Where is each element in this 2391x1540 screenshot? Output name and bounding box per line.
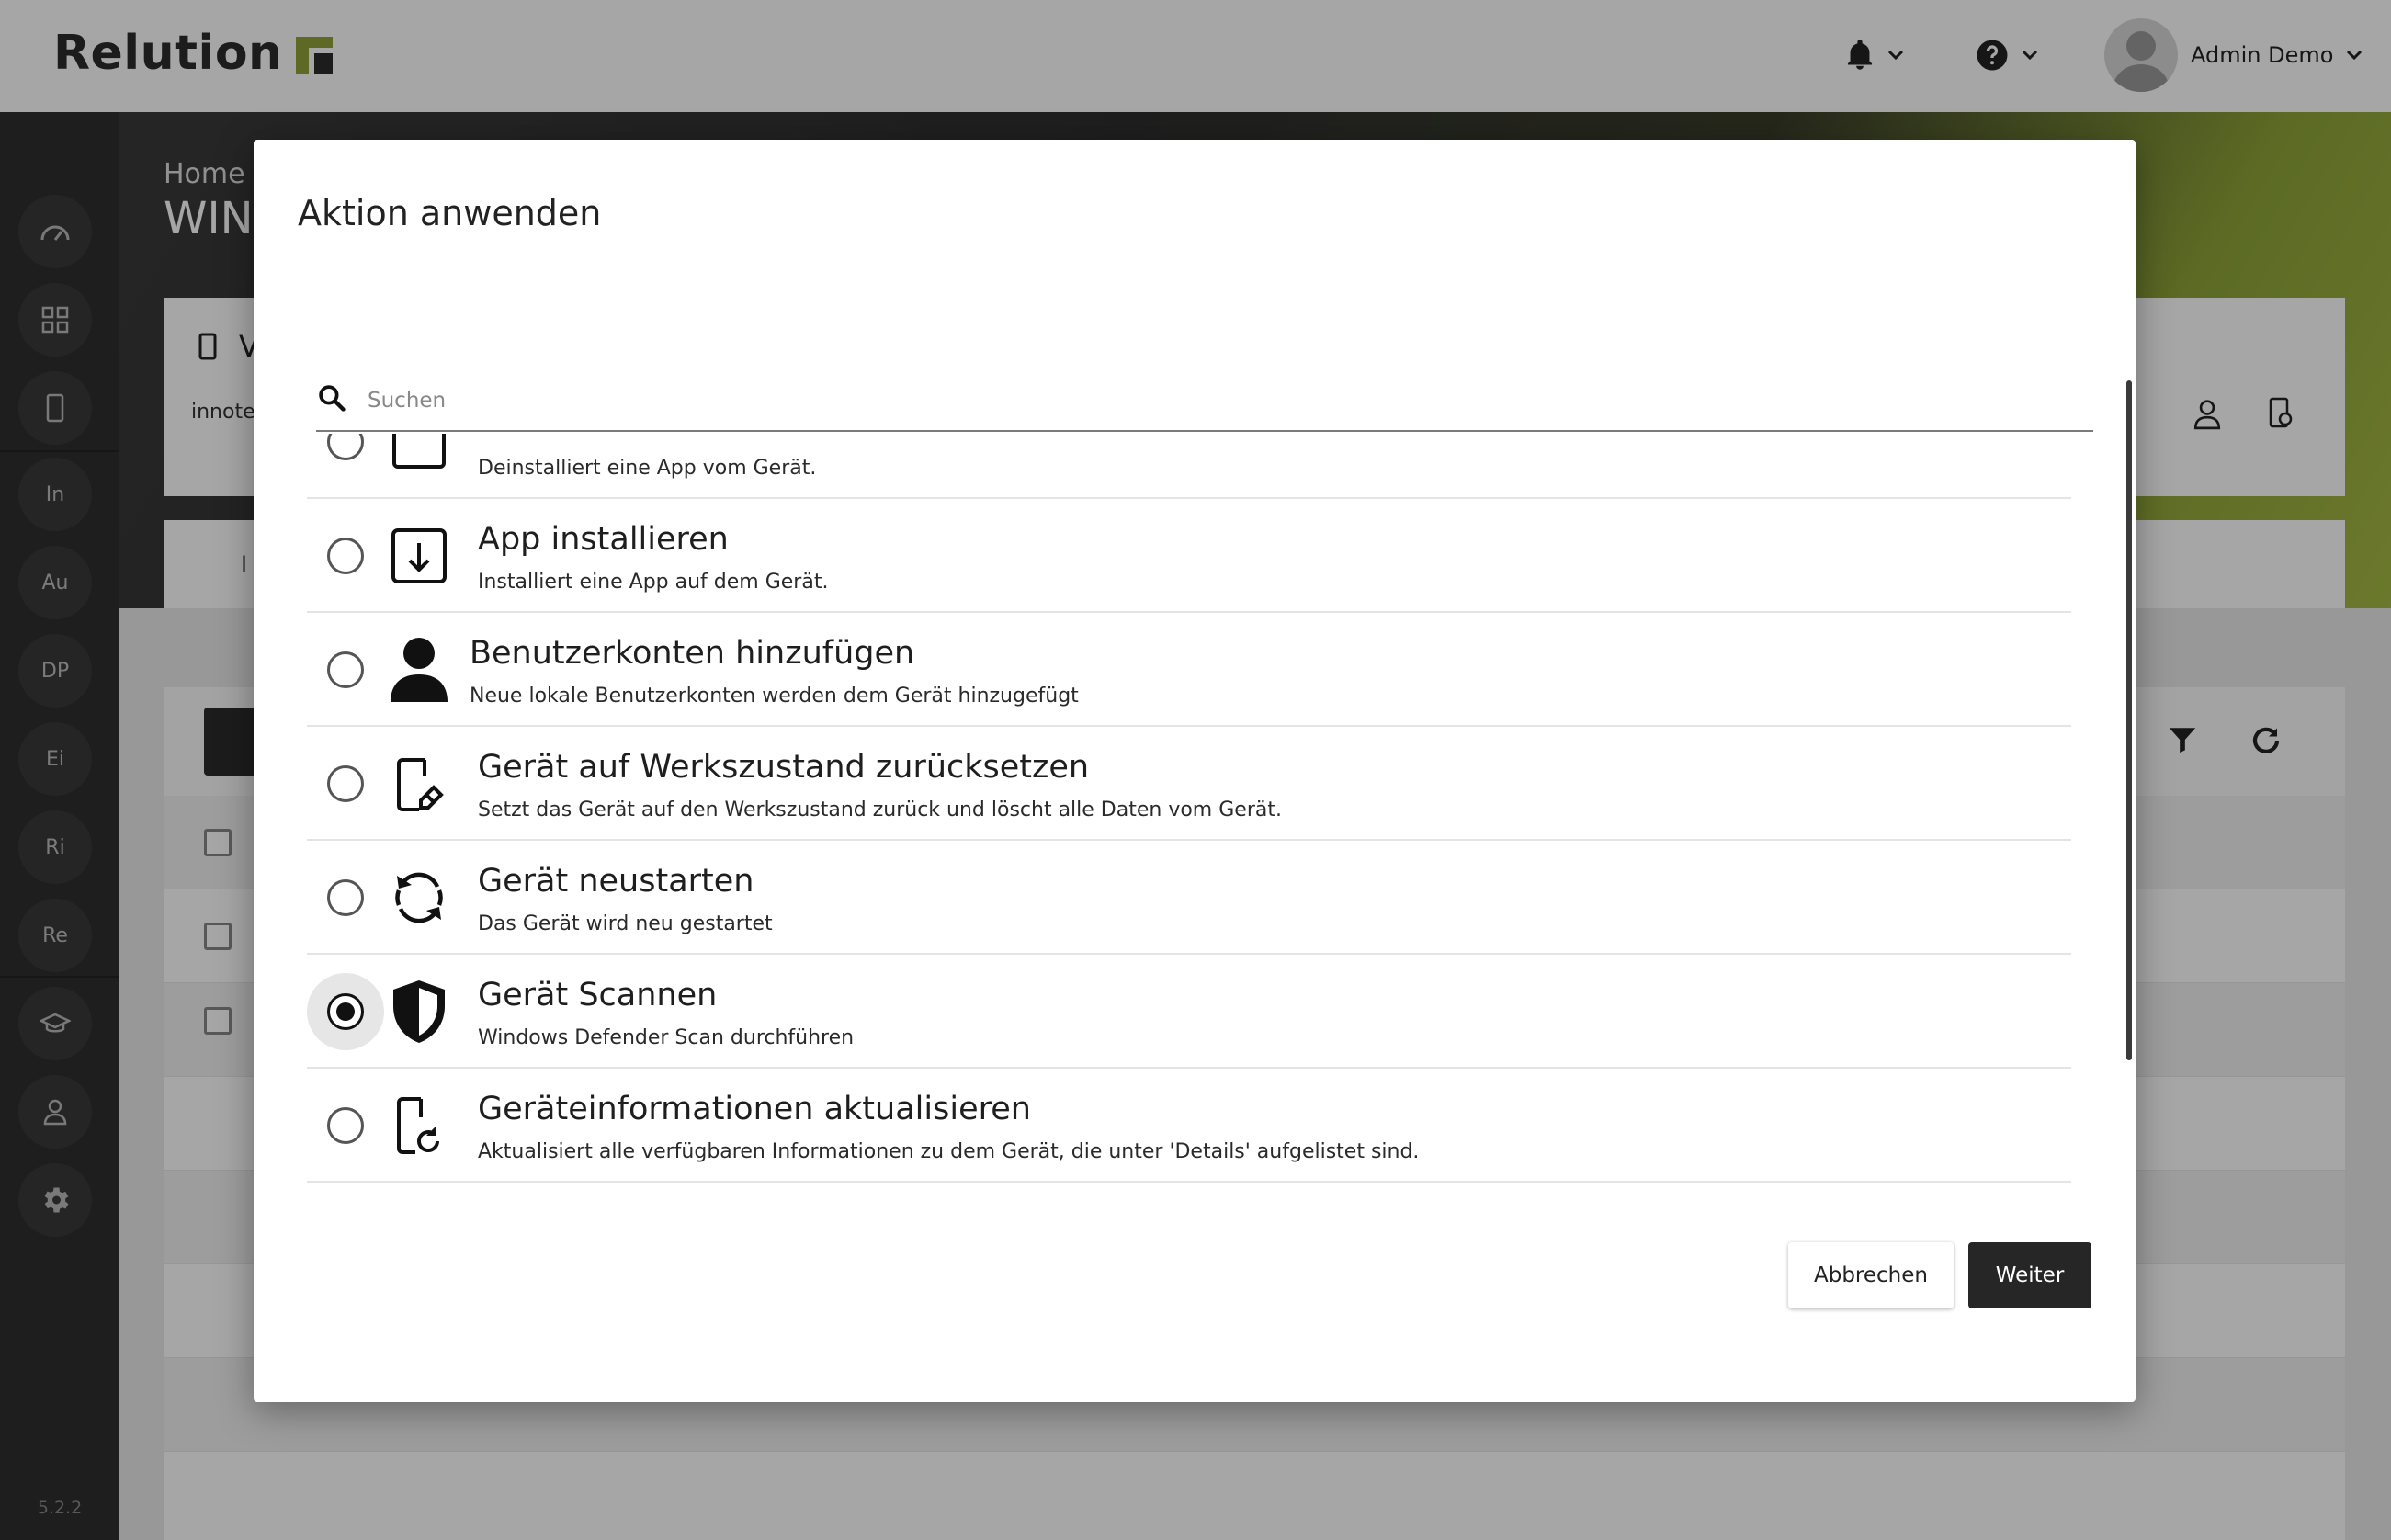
action-title: Benutzerkonten hinzufügen <box>470 635 915 672</box>
action-description: Deinstalliert eine App vom Gerät. <box>478 457 817 480</box>
app-install-icon <box>386 523 452 589</box>
action-radio[interactable] <box>307 434 384 481</box>
action-item-uninstall-app[interactable]: Deinstalliert eine App vom Gerät. <box>307 434 2071 499</box>
action-item-install-app[interactable]: App installieren Installiert eine App au… <box>307 499 2071 613</box>
action-item-add-user-accounts[interactable]: Benutzerkonten hinzufügen Neue lokale Be… <box>307 613 2071 727</box>
apply-action-dialog: Aktion anwenden Deinstalliert eine App v… <box>254 140 2136 1402</box>
action-title: Gerät Scannen <box>478 977 718 1013</box>
user-account-icon <box>386 637 452 703</box>
restart-icon <box>386 865 452 931</box>
action-radio[interactable] <box>307 1087 384 1164</box>
action-radio[interactable] <box>307 859 384 936</box>
factory-reset-icon <box>386 751 452 817</box>
device-refresh-icon <box>386 1093 452 1159</box>
action-radio-selected[interactable] <box>307 973 384 1050</box>
next-button[interactable]: Weiter <box>1968 1242 2091 1308</box>
app-uninstall-icon <box>386 434 452 475</box>
cancel-button[interactable]: Abbrechen <box>1788 1242 1954 1308</box>
dialog-title: Aktion anwenden <box>298 193 602 233</box>
action-title: Geräteinformationen aktualisieren <box>478 1091 1031 1127</box>
action-item-update-device-info[interactable]: Geräteinformationen aktualisieren Aktual… <box>307 1069 2071 1183</box>
action-description: Neue lokale Benutzerkonten werden dem Ge… <box>470 685 1079 708</box>
action-title: Gerät auf Werkszustand zurücksetzen <box>478 749 1090 786</box>
action-description: Installiert eine App auf dem Gerät. <box>478 571 829 594</box>
action-title: Gerät neustarten <box>478 863 754 900</box>
action-radio[interactable] <box>307 631 384 708</box>
action-item-restart-device[interactable]: Gerät neustarten Das Gerät wird neu gest… <box>307 841 2071 955</box>
action-radio[interactable] <box>307 517 384 594</box>
search-input[interactable] <box>368 379 2077 423</box>
action-description: Setzt das Gerät auf den Werkszustand zur… <box>478 798 1282 821</box>
action-item-factory-reset[interactable]: Gerät auf Werkszustand zurücksetzen Setz… <box>307 727 2071 841</box>
shield-icon <box>386 979 452 1045</box>
search-field <box>316 369 2093 432</box>
action-list: Deinstalliert eine App vom Gerät. App in… <box>307 434 2108 1217</box>
action-item-scan-device[interactable]: Gerät Scannen Windows Defender Scan durc… <box>307 955 2071 1069</box>
list-scrollbar[interactable] <box>2126 380 2132 1060</box>
action-description: Aktualisiert alle verfügbaren Informatio… <box>478 1140 1420 1163</box>
action-description: Das Gerät wird neu gestartet <box>478 912 773 935</box>
action-description: Windows Defender Scan durchführen <box>478 1026 855 1049</box>
action-title: App installieren <box>478 521 729 558</box>
search-icon <box>319 385 346 412</box>
action-radio[interactable] <box>307 745 384 822</box>
